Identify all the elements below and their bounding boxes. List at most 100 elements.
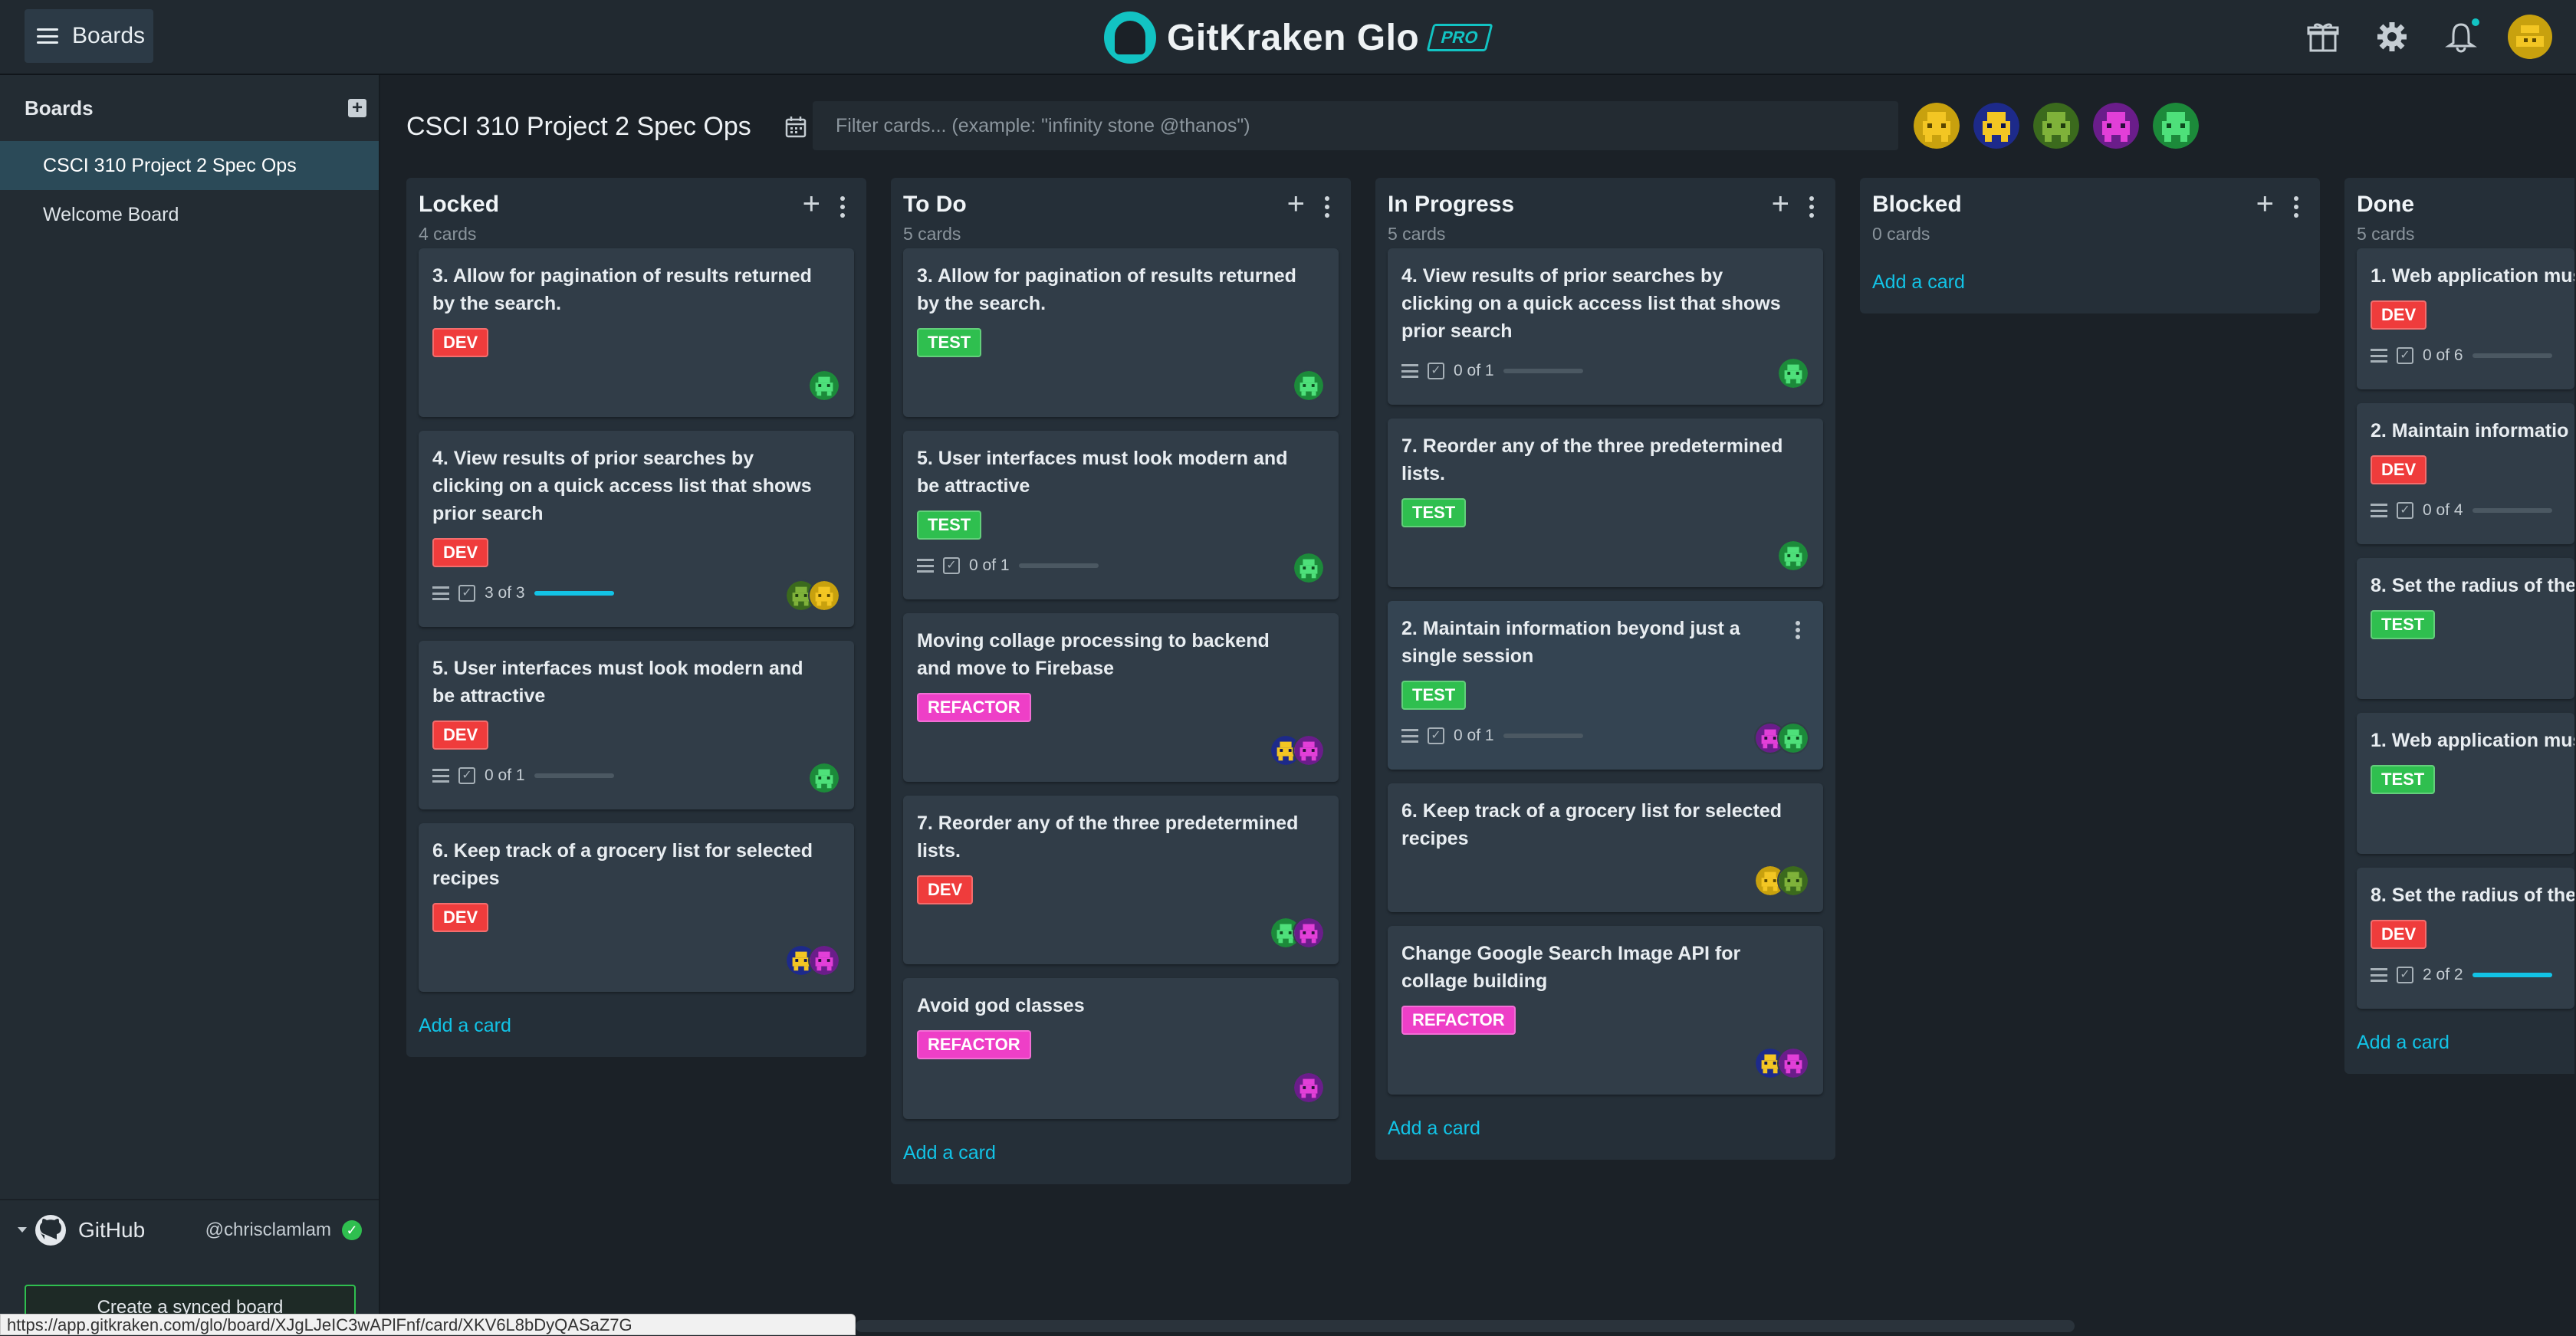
avatar-yellow-icon[interactable]: [1914, 103, 1960, 149]
card-label[interactable]: DEV: [917, 875, 974, 904]
gift-icon[interactable]: [2300, 14, 2346, 60]
checklist-icon: ✓: [458, 767, 475, 784]
card[interactable]: Moving collage processing to backend and…: [903, 613, 1339, 782]
card[interactable]: 8. Set the radius of the TEST: [2357, 558, 2574, 699]
assignee-avatar[interactable]: [808, 579, 840, 612]
assignee-avatar[interactable]: [1293, 734, 1325, 766]
assignee-avatar[interactable]: [1293, 552, 1325, 584]
boards-menu-button[interactable]: Boards: [25, 9, 153, 63]
column-menu-icon[interactable]: [1809, 196, 1814, 218]
card-label[interactable]: TEST: [917, 510, 982, 540]
card-label[interactable]: TEST: [1401, 498, 1467, 527]
column-menu-icon[interactable]: [840, 196, 845, 218]
assignee-avatar[interactable]: [1293, 917, 1325, 949]
card[interactable]: 6. Keep track of a grocery list for sele…: [1388, 783, 1823, 912]
gear-icon[interactable]: [2369, 14, 2415, 60]
assignee-avatar[interactable]: [1777, 357, 1809, 389]
assignee-avatar[interactable]: [808, 944, 840, 977]
card-title: 7. Reorder any of the three predetermine…: [1401, 435, 1783, 484]
card-label[interactable]: REFACTOR: [917, 1030, 1031, 1059]
checklist-progress-bar: [2472, 508, 2552, 513]
add-a-card-link[interactable]: Add a card: [419, 992, 854, 1043]
assignee-avatar[interactable]: [1777, 865, 1809, 897]
calendar-icon[interactable]: [784, 114, 808, 139]
card-footer: [1401, 857, 1809, 900]
add-a-card-link[interactable]: Add a card: [903, 1119, 1339, 1170]
checklist-icon: ✓: [1428, 727, 1444, 744]
sidebar-item-welcome-board[interactable]: Welcome Board: [0, 190, 379, 239]
card-label[interactable]: TEST: [2371, 765, 2436, 794]
card[interactable]: Avoid god classes REFACTOR: [903, 978, 1339, 1119]
card[interactable]: 3. Allow for pagination of results retur…: [419, 248, 854, 417]
avatar-green-icon[interactable]: [2033, 103, 2079, 149]
card-meta: ✓ 0 of 1: [917, 556, 1099, 575]
checklist-count: 0 of 1: [485, 766, 525, 784]
card-label[interactable]: DEV: [2371, 455, 2427, 484]
column-menu-icon[interactable]: [1325, 196, 1329, 218]
card-label[interactable]: REFACTOR: [1401, 1006, 1516, 1035]
add-card-plus-icon[interactable]: +: [2256, 189, 2274, 219]
add-card-plus-icon[interactable]: +: [1772, 189, 1789, 219]
card-assignees: [1270, 734, 1325, 766]
card-title: Avoid god classes: [917, 995, 1085, 1016]
assignee-avatar[interactable]: [1293, 369, 1325, 402]
add-a-card-link[interactable]: Add a card: [2357, 1009, 2574, 1060]
add-board-icon[interactable]: +: [348, 99, 366, 117]
user-avatar[interactable]: [2507, 14, 2553, 60]
card-footer: ✓ 0 of 6: [2371, 334, 2561, 377]
card-label[interactable]: REFACTOR: [917, 693, 1031, 722]
column-to-do: To Do 5 cards + 3. Allow for pagination …: [891, 178, 1351, 1184]
avatar-magenta-icon[interactable]: [2093, 103, 2139, 149]
avatar-blue-yellow-icon[interactable]: [1973, 103, 2019, 149]
sidebar-item-csci-310[interactable]: CSCI 310 Project 2 Spec Ops: [0, 141, 379, 190]
card-label[interactable]: TEST: [917, 328, 982, 357]
horizontal-scrollbar[interactable]: [856, 1320, 2075, 1332]
card-title: 1. Web application mus protect confident…: [2371, 730, 2574, 751]
card-label[interactable]: TEST: [1401, 681, 1467, 710]
card[interactable]: 2. Maintain informatio single session DEV…: [2357, 403, 2574, 544]
card-title: 6. Keep track of a grocery list for sele…: [432, 840, 813, 889]
column-menu-icon[interactable]: [2294, 196, 2298, 218]
card-footer: [2371, 799, 2561, 842]
add-a-card-link[interactable]: Add a card: [1872, 248, 2308, 300]
chevron-down-icon[interactable]: [17, 1226, 28, 1234]
card-meta: ✓ 2 of 2: [2371, 966, 2552, 984]
card-menu-icon[interactable]: [1796, 621, 1800, 639]
assignee-avatar[interactable]: [808, 762, 840, 794]
card-label[interactable]: DEV: [432, 903, 489, 932]
card[interactable]: 3. Allow for pagination of results retur…: [903, 248, 1339, 417]
github-integration[interactable]: GitHub @chrisclamlam ✓: [0, 1199, 379, 1260]
card[interactable]: 7. Reorder any of the three predetermine…: [903, 796, 1339, 964]
card[interactable]: 1. Web application mus protect confident…: [2357, 713, 2574, 854]
assignee-avatar[interactable]: [1777, 540, 1809, 572]
card-label[interactable]: DEV: [2371, 300, 2427, 330]
card[interactable]: 1. Web application mus protect confident…: [2357, 248, 2574, 389]
notification-bell-icon[interactable]: [2438, 14, 2484, 60]
card-label[interactable]: DEV: [432, 721, 489, 750]
assignee-avatar[interactable]: [1777, 1047, 1809, 1079]
card[interactable]: 5. User interfaces must look modern and …: [903, 431, 1339, 599]
card-label[interactable]: DEV: [432, 328, 489, 357]
card[interactable]: 7. Reorder any of the three predetermine…: [1388, 419, 1823, 587]
card-label[interactable]: TEST: [2371, 610, 2436, 639]
checklist-count: 3 of 3: [485, 584, 525, 602]
avatar-green2-icon[interactable]: [2153, 103, 2199, 149]
assignee-avatar[interactable]: [1293, 1072, 1325, 1104]
card[interactable]: 8. Set the radius of the DEV ✓ 2 of 2: [2357, 868, 2574, 1009]
card-label[interactable]: DEV: [2371, 920, 2427, 949]
assignee-avatar[interactable]: [1777, 722, 1809, 754]
card[interactable]: 4. View results of prior searches by cli…: [419, 431, 854, 627]
card[interactable]: 2. Maintain information beyond just a si…: [1388, 601, 1823, 770]
add-card-plus-icon[interactable]: +: [1287, 189, 1305, 219]
card-label[interactable]: DEV: [432, 538, 489, 567]
card[interactable]: 6. Keep track of a grocery list for sele…: [419, 823, 854, 992]
add-a-card-link[interactable]: Add a card: [1388, 1095, 1823, 1146]
card[interactable]: 4. View results of prior searches by cli…: [1388, 248, 1823, 405]
add-card-plus-icon[interactable]: +: [803, 189, 820, 219]
boards-button-label: Boards: [72, 23, 146, 48]
assignee-avatar[interactable]: [808, 369, 840, 402]
checklist-progress-bar: [1018, 563, 1099, 568]
card[interactable]: 5. User interfaces must look modern and …: [419, 641, 854, 809]
filter-cards-input[interactable]: Filter cards... (example: "infinity ston…: [813, 101, 1898, 150]
card[interactable]: Change Google Search Image API for colla…: [1388, 926, 1823, 1095]
